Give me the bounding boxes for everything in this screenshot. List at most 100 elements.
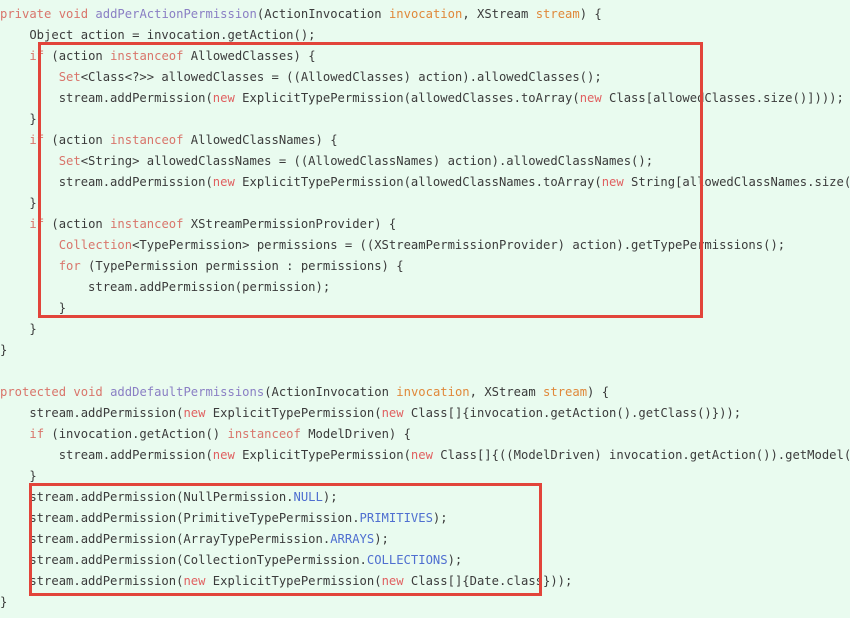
code-token-kw: instanceof	[110, 133, 184, 147]
code-token-new: new	[212, 175, 235, 189]
code-token-plain: }	[0, 595, 8, 609]
code-token-new: new	[601, 175, 624, 189]
code-token-plain: (action	[44, 133, 111, 147]
code-token-plain: Object action = invocation.getAction();	[0, 28, 316, 42]
code-line-16[interactable]: }	[0, 340, 7, 361]
code-token-const: COLLECTIONS	[366, 553, 448, 567]
code-token-kw: if	[29, 427, 45, 441]
code-line-21[interactable]: stream.addPermission(new ExplicitTypePer…	[0, 445, 850, 466]
code-token-plain: }	[0, 343, 8, 357]
code-token-plain: <String> allowedClassNames = ((AllowedCl…	[80, 154, 654, 168]
code-token-plain: (invocation.getAction()	[44, 427, 228, 441]
code-token-plain: <Class<?>> allowedClasses = ((AllowedCla…	[80, 70, 602, 84]
code-token-plain: (ActionInvocation	[256, 7, 389, 21]
code-line-6[interactable]: if (action instanceof AllowedClassNames)…	[0, 130, 338, 151]
code-token-plain: , XStream	[462, 7, 536, 21]
code-token-plain: );	[374, 532, 389, 546]
code-line-13[interactable]: stream.addPermission(permission);	[0, 277, 330, 298]
code-token-new: new	[183, 574, 206, 588]
code-line-5[interactable]: }	[0, 109, 36, 130]
code-line-18[interactable]: protected void addDefaultPermissions(Act…	[0, 382, 609, 403]
code-token-new: new	[212, 91, 235, 105]
code-token-kw: if	[29, 217, 45, 231]
code-viewer[interactable]: private void addPerActionPermission(Acti…	[0, 0, 850, 618]
code-line-20[interactable]: if (invocation.getAction() instanceof Mo…	[0, 424, 411, 445]
code-token-plain: ExplicitTypePermission(	[205, 406, 382, 420]
code-token-kw: instanceof	[227, 427, 301, 441]
code-line-28[interactable]: }	[0, 592, 7, 613]
code-token-plain: <TypePermission> permissions = ((XStream…	[132, 238, 786, 252]
code-token-plain: );	[432, 511, 448, 525]
code-token-plain: stream.addPermission(NullPermission.	[0, 490, 294, 504]
code-line-8[interactable]: stream.addPermission(new ExplicitTypePer…	[0, 172, 850, 193]
code-token-const: ARRAYS	[330, 532, 375, 546]
code-token-kw: instanceof	[110, 217, 184, 231]
code-token-plain: stream.addPermission(	[0, 574, 184, 588]
code-token-const: NULL	[293, 490, 323, 504]
code-line-12[interactable]: for (TypePermission permission : permiss…	[0, 256, 404, 277]
code-token-param: stream	[535, 7, 580, 21]
code-token-kw: Set	[58, 154, 81, 168]
code-line-4[interactable]: stream.addPermission(new ExplicitTypePer…	[0, 88, 844, 109]
code-token-plain: ExplicitTypePermission(allowedClasses.to…	[234, 91, 580, 105]
code-token-param: stream	[543, 385, 588, 399]
code-line-1[interactable]: Object action = invocation.getAction();	[0, 25, 316, 46]
code-line-9[interactable]: }	[0, 193, 37, 214]
code-line-14[interactable]: }	[0, 298, 66, 319]
code-token-new: new	[381, 574, 404, 588]
code-token-plain: ExplicitTypePermission(	[205, 574, 382, 588]
code-token-plain: Class[allowedClasses.size()])));	[601, 91, 844, 105]
code-token-new: new	[212, 448, 235, 462]
code-token-plain: AllowedClasses) {	[183, 49, 316, 63]
code-token-plain: AllowedClassNames) {	[183, 133, 338, 147]
code-line-24[interactable]: stream.addPermission(PrimitiveTypePermis…	[0, 508, 448, 529]
code-token-plain: stream.addPermission(ArrayTypePermission…	[0, 532, 331, 546]
code-token-plain: }	[0, 469, 37, 483]
code-line-2[interactable]: if (action instanceof AllowedClasses) {	[0, 46, 316, 67]
code-token-plain: (action	[44, 49, 111, 63]
code-token-plain: }	[0, 301, 67, 315]
code-line-0[interactable]: private void addPerActionPermission(Acti…	[0, 4, 602, 25]
code-line-19[interactable]: stream.addPermission(new ExplicitTypePer…	[0, 403, 741, 424]
code-line-25[interactable]: stream.addPermission(ArrayTypePermission…	[0, 529, 389, 550]
code-token-plain: ModelDriven) {	[300, 427, 411, 441]
code-token-kw: if	[29, 133, 45, 147]
code-line-15[interactable]: }	[0, 319, 36, 340]
code-token-plain: ExplicitTypePermission(allowedClassNames…	[234, 175, 602, 189]
code-line-22[interactable]: }	[0, 466, 37, 487]
code-token-plain: , XStream	[469, 385, 544, 399]
code-token-plain: stream.addPermission(PrimitiveTypePermis…	[0, 511, 360, 525]
code-token-plain: }	[0, 196, 37, 210]
code-token-plain: (action	[44, 217, 111, 231]
code-token-plain: stream.addPermission(	[0, 91, 213, 105]
code-line-23[interactable]: stream.addPermission(NullPermission.NULL…	[0, 487, 338, 508]
code-line-11[interactable]: Collection<TypePermission> permissions =…	[0, 235, 785, 256]
code-token-kw: if	[29, 49, 45, 63]
code-line-10[interactable]: if (action instanceof XStreamPermissionP…	[0, 214, 396, 235]
code-token-kw: protected	[0, 385, 67, 399]
code-token-kw: instanceof	[110, 49, 184, 63]
code-token-new: new	[410, 448, 433, 462]
code-token-kw: void	[58, 7, 89, 21]
code-line-7[interactable]: Set<String> allowedClassNames = ((Allowe…	[0, 151, 653, 172]
code-line-3[interactable]: Set<Class<?>> allowedClasses = ((Allowed…	[0, 67, 602, 88]
code-token-plain: stream.addPermission(	[0, 175, 213, 189]
code-token-new: new	[579, 91, 602, 105]
code-token-plain: (TypePermission permission : permissions…	[80, 259, 404, 273]
code-token-plain: Class[]{((ModelDriven) invocation.getAct…	[440, 448, 850, 462]
code-token-new: new	[381, 406, 404, 420]
code-token-kw: Collection	[58, 238, 133, 252]
code-token-new: new	[183, 406, 206, 420]
code-token-plain: stream.addPermission(	[0, 448, 213, 462]
code-token-plain: );	[322, 490, 338, 504]
code-line-27[interactable]: stream.addPermission(new ExplicitTypePer…	[0, 571, 572, 592]
code-line-26[interactable]: stream.addPermission(CollectionTypePermi…	[0, 550, 462, 571]
